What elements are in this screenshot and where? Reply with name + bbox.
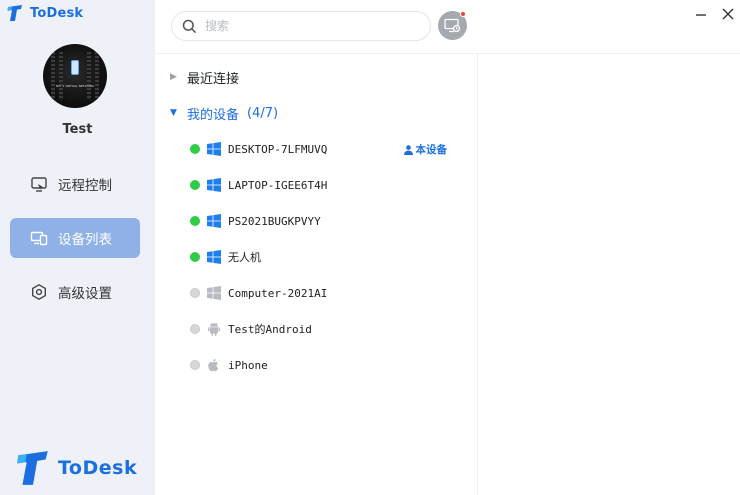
offline-status-dot [190,324,200,334]
caret-right-icon: ▶ [170,72,177,82]
device-name: PS2021BUGKPVYY [228,214,321,228]
device-name: 无人机 [228,251,261,264]
minimize-icon [696,14,706,16]
device-row[interactable]: Test的Android [190,318,465,340]
sidebar-item-remote-control[interactable]: 远程控制 [10,164,140,204]
sidebar-item-advanced-settings[interactable]: 高级设置 [10,272,140,312]
android-icon [206,322,221,337]
online-status-dot [190,252,200,262]
offline-status-dot [190,288,200,298]
device-name: LAPTOP-IGEE6T4H [228,178,328,192]
notification-dot [460,11,466,17]
group-my-devices[interactable]: ▼ 我的设备 (4/7) [170,103,278,123]
settings-icon [32,283,47,301]
offline-status-dot [190,360,200,370]
sidebar-item-label: 远程控制 [58,178,112,194]
panel-divider [477,54,478,495]
search-box[interactable] [171,11,431,41]
caret-down-icon: ▼ [170,108,177,118]
device-name: Test的Android [228,323,312,336]
search-icon [182,19,197,33]
sidebar-item-label: 高级设置 [58,286,112,302]
device-row[interactable]: iPhone [190,354,465,376]
device-name: DESKTOP-7LFMUVQ [228,142,328,156]
avatar[interactable]: NO. 1 VIRTUAL NETWORK [43,44,107,108]
this-device-badge: 本设备 [403,142,448,157]
search-input[interactable] [205,19,405,33]
group-recent-connections[interactable]: ▶ 最近连接 [170,67,239,87]
this-device-label: 本设备 [415,144,448,156]
device-name: iPhone [228,358,268,372]
todesk-logo-icon [17,451,48,485]
online-status-dot [190,144,200,154]
online-status-dot [190,216,200,226]
username: Test [62,122,93,137]
brand-name-bottom: ToDesk [58,457,138,479]
device-name: Computer-2021AI [228,286,328,300]
device-list-icon [30,231,48,246]
sidebar: ToDesk NO. 1 VIRTUAL NETWORK Test 远程控制 设… [0,0,155,495]
windows-icon [206,214,221,229]
group-count: (4/7) [247,105,279,121]
sidebar-item-device-list[interactable]: 设备列表 [10,218,140,258]
todesk-logo-icon [7,5,22,21]
apple-icon [206,358,221,373]
windows-icon [206,250,221,265]
brand-header: ToDesk [6,5,83,21]
device-row[interactable]: LAPTOP-IGEE6T4H [190,174,465,196]
group-label: 最近连接 [187,71,240,87]
windows-icon [206,142,221,157]
minimize-button[interactable] [693,6,709,22]
device-row[interactable]: 无人机 [190,246,465,268]
brand-name-top: ToDesk [30,5,84,21]
brand-footer: ToDesk [14,451,137,485]
sidebar-item-label: 设备列表 [58,232,112,248]
windows-icon [206,286,221,301]
device-row[interactable]: PS2021BUGKPVYY [190,210,465,232]
device-row[interactable]: Computer-2021AI [190,282,465,304]
device-row[interactable]: DESKTOP-7LFMUVQ 本设备 [190,138,465,160]
windows-icon [206,178,221,193]
online-status-dot [190,180,200,190]
remote-desktop-button[interactable] [438,11,467,40]
remote-control-icon [31,177,47,192]
group-label: 我的设备 [187,107,240,123]
header-divider [155,53,740,54]
user-icon [403,144,413,155]
remote-desktop-icon [444,18,461,33]
avatar-caption: NO. 1 VIRTUAL NETWORK [55,84,95,88]
close-icon [722,8,734,20]
close-button[interactable] [720,6,736,22]
